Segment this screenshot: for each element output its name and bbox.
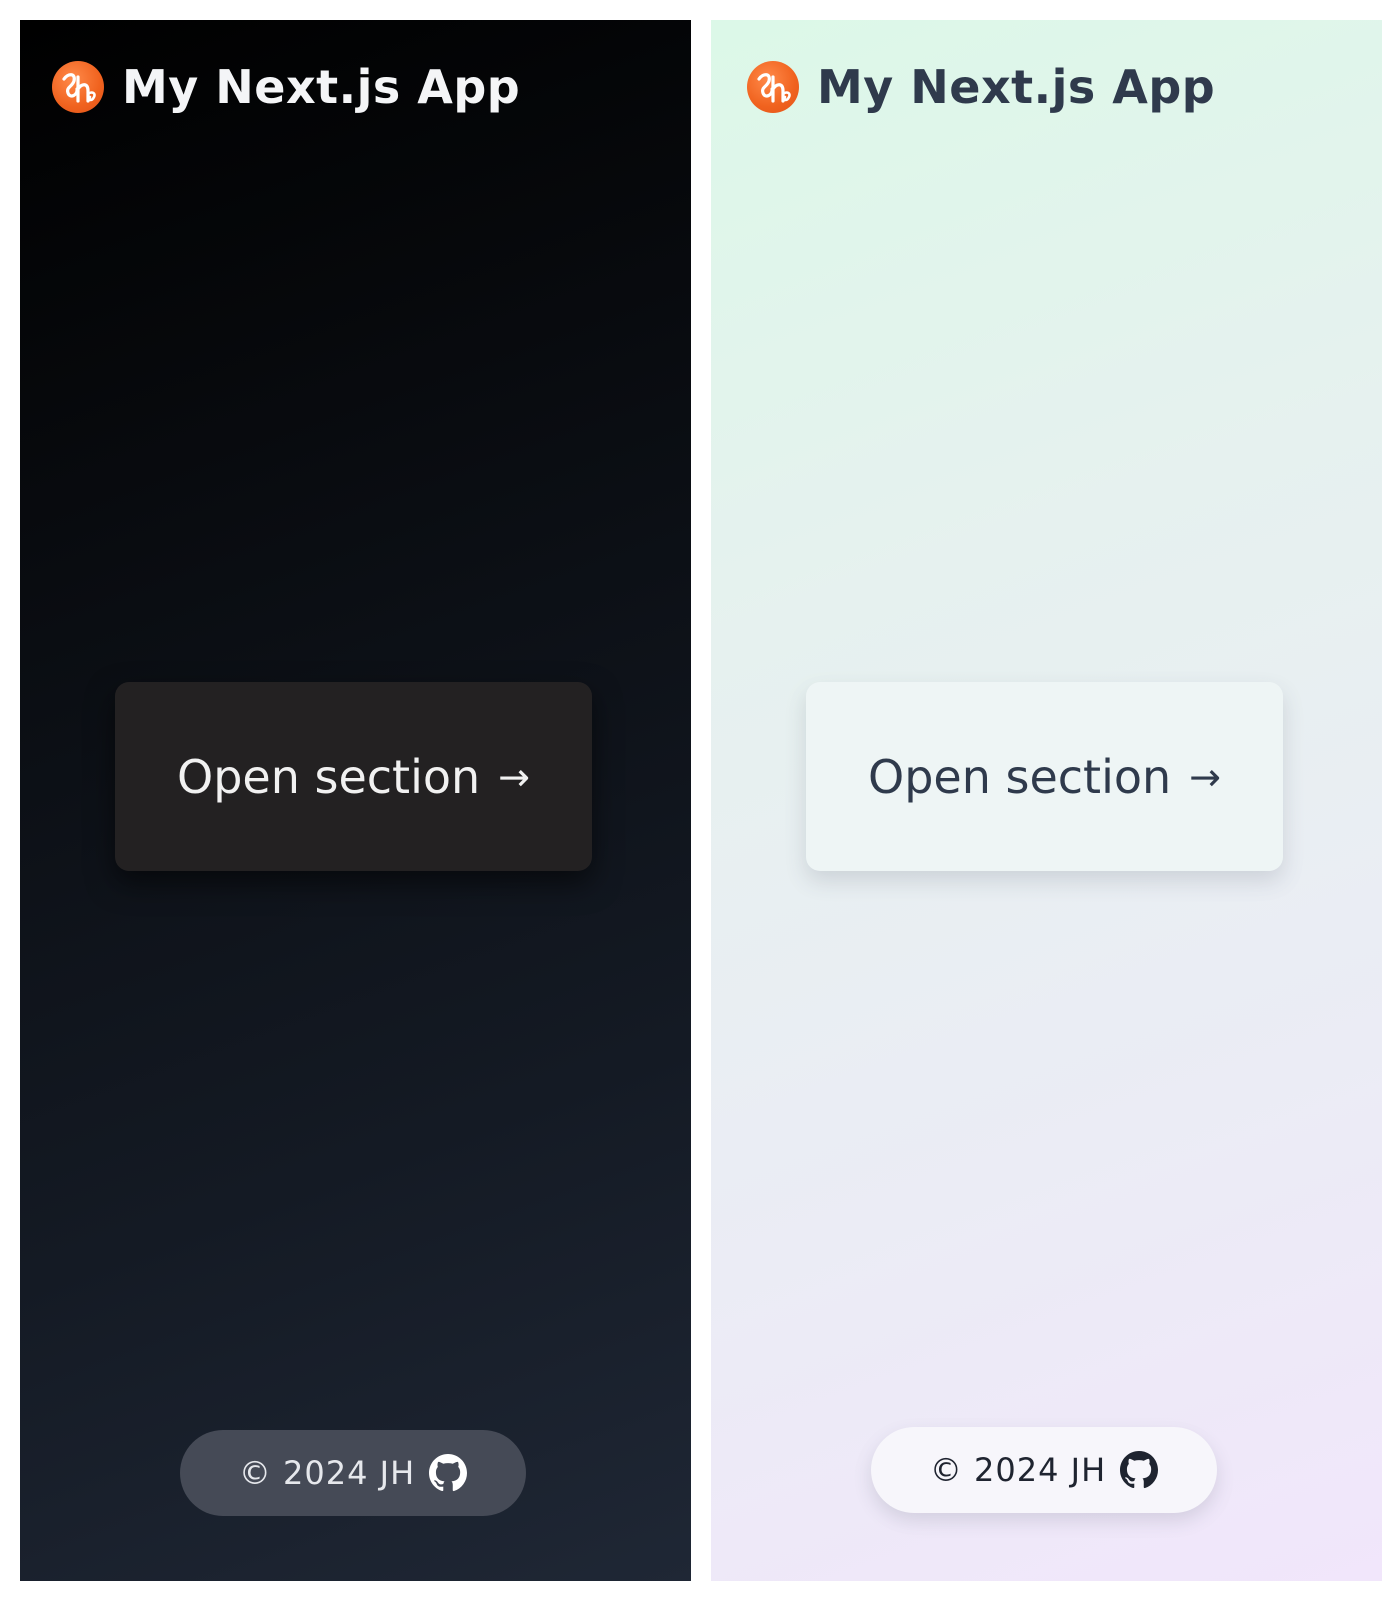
github-icon[interactable]	[1120, 1451, 1159, 1489]
footer-pill: © 2024 JH	[180, 1430, 526, 1516]
app-title: My Next.js App	[122, 60, 521, 114]
open-section-label: Open section	[177, 749, 481, 804]
open-section-label: Open section	[868, 749, 1172, 804]
copyright-text: © 2024 JH	[238, 1454, 416, 1492]
arrow-right-icon: →	[1189, 754, 1221, 799]
footer-pill: © 2024 JH	[871, 1427, 1217, 1513]
github-icon[interactable]	[429, 1454, 468, 1492]
jh-logo-icon[interactable]	[747, 61, 799, 113]
arrow-right-icon: →	[498, 754, 530, 799]
app-title: My Next.js App	[817, 60, 1216, 114]
app-header: My Next.js App	[52, 60, 520, 114]
jh-logo-icon[interactable]	[52, 61, 104, 113]
comparison-stage: My Next.js App Open section → © 2024 JH	[0, 0, 1400, 1600]
open-section-button[interactable]: Open section →	[115, 682, 592, 871]
copyright-text: © 2024 JH	[929, 1451, 1107, 1489]
app-header: My Next.js App	[747, 60, 1215, 114]
light-theme-panel: My Next.js App Open section → © 2024 JH	[711, 20, 1382, 1581]
dark-theme-panel: My Next.js App Open section → © 2024 JH	[20, 20, 691, 1581]
open-section-button[interactable]: Open section →	[806, 682, 1283, 871]
